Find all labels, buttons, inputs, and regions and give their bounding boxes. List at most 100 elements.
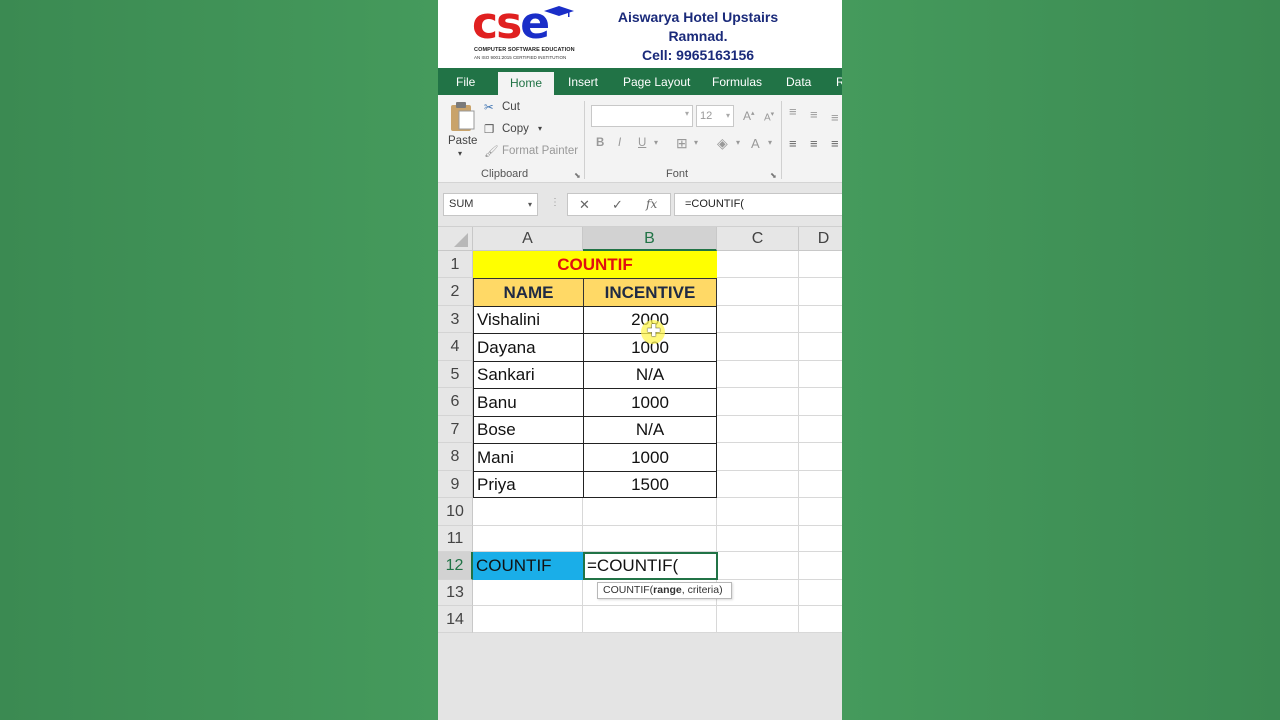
cell[interactable] [473,498,583,526]
row-header[interactable]: 9 [438,471,473,498]
cell[interactable] [799,333,842,361]
cell[interactable] [717,552,799,580]
countif-label-cell[interactable]: COUNTIF [473,552,583,580]
name-cell[interactable]: Mani [473,443,584,472]
incentive-cell[interactable]: N/A [583,416,717,444]
cell[interactable] [717,361,799,388]
row-header[interactable]: 10 [438,498,473,526]
tab-file[interactable]: File [456,68,475,95]
cell[interactable] [717,443,799,471]
header-name-cell[interactable]: NAME [473,278,584,307]
formula-input[interactable]: =COUNTIF( [674,193,842,216]
column-header-c[interactable]: C [717,227,799,251]
column-header-d[interactable]: D [799,227,842,251]
chevron-down-icon[interactable]: ▾ [528,194,532,215]
cell[interactable] [583,606,717,633]
incentive-cell[interactable]: 1500 [583,471,717,498]
cell[interactable] [717,306,799,333]
cell[interactable] [717,526,799,552]
align-left-icon[interactable]: ≡ [789,136,797,151]
align-bottom-icon[interactable]: ≡ [831,110,839,125]
font-name-select[interactable]: ▾ [591,105,693,127]
cell[interactable] [799,606,842,633]
sheet-title-cell[interactable]: COUNTIF [473,251,717,278]
borders-icon[interactable]: ⊞ [676,135,688,152]
tab-data[interactable]: Data [786,68,811,95]
column-header-b[interactable]: B [583,227,717,251]
row-header[interactable]: 8 [438,443,473,471]
cell[interactable] [717,388,799,416]
cell[interactable] [799,552,842,580]
name-cell[interactable]: Priya [473,471,584,498]
header-incentive-cell[interactable]: INCENTIVE [583,278,717,307]
cell[interactable] [583,498,717,526]
underline-button[interactable]: U [638,137,646,149]
name-cell[interactable]: Banu [473,388,584,417]
cell[interactable] [799,498,842,526]
cell[interactable] [799,388,842,416]
name-cell[interactable]: Dayana [473,333,584,362]
paste-dropdown-icon[interactable]: ▾ [458,149,462,158]
tab-home[interactable]: Home [498,72,555,95]
cell[interactable] [799,251,842,278]
name-box[interactable]: SUM ▾ [443,193,538,216]
font-size-select[interactable]: 12 ▾ [696,105,734,127]
cell[interactable] [717,606,799,633]
cell[interactable] [473,580,583,606]
tab-formulas[interactable]: Formulas [712,68,762,95]
active-cell-b12[interactable]: =COUNTIF( [583,552,718,580]
tab-review[interactable]: R [836,68,842,95]
cell[interactable] [583,526,717,552]
bold-button[interactable]: B [596,137,604,149]
cell[interactable] [799,471,842,498]
cell[interactable] [473,606,583,633]
cell[interactable] [717,333,799,361]
cell[interactable] [717,498,799,526]
font-launcher-icon[interactable]: ⬊ [770,171,777,180]
cell[interactable] [799,443,842,471]
cancel-icon[interactable]: ✕ [579,194,590,215]
cell[interactable] [799,306,842,333]
incentive-cell[interactable]: N/A [583,361,717,389]
name-cell[interactable]: Sankari [473,361,584,389]
align-top-icon[interactable]: ≡ [789,104,797,119]
row-header[interactable]: 1 [438,251,473,278]
font-color-icon[interactable]: A [751,136,760,151]
align-middle-icon[interactable]: ≡ [810,107,818,122]
align-center-icon[interactable]: ≡ [810,136,818,151]
enter-icon[interactable]: ✓ [612,194,623,215]
grow-font-icon[interactable]: A▴ [743,109,755,123]
select-all-button[interactable] [438,227,473,251]
align-right-icon[interactable]: ≡ [831,136,839,151]
borders-dropdown-icon[interactable]: ▾ [694,138,698,147]
row-header[interactable]: 14 [438,606,473,633]
tooltip-range-arg[interactable]: range [653,584,682,596]
cell[interactable] [799,580,842,606]
row-header[interactable]: 2 [438,278,473,306]
insert-function-icon[interactable]: fx [646,194,657,215]
clipboard-launcher-icon[interactable]: ⬊ [574,171,581,180]
cell[interactable] [799,361,842,388]
row-header[interactable]: 6 [438,388,473,416]
name-cell[interactable]: Vishalini [473,306,584,334]
cell[interactable] [799,278,842,306]
column-header-a[interactable]: A [473,227,583,251]
incentive-cell[interactable]: 1000 [583,388,717,417]
font-color-dropdown-icon[interactable]: ▾ [768,138,772,147]
cell[interactable] [799,526,842,552]
row-header[interactable]: 7 [438,416,473,443]
row-header[interactable]: 3 [438,306,473,333]
cell[interactable] [473,526,583,552]
paste-button[interactable]: Paste ▾ [446,99,477,161]
cell[interactable] [717,251,799,278]
row-header[interactable]: 12 [438,552,473,580]
name-cell[interactable]: Bose [473,416,584,444]
tab-page-layout[interactable]: Page Layout [623,68,690,95]
row-header[interactable]: 13 [438,580,473,606]
row-header[interactable]: 4 [438,333,473,361]
tab-insert[interactable]: Insert [568,68,598,95]
cell[interactable] [799,416,842,443]
fill-color-dropdown-icon[interactable]: ▾ [736,138,740,147]
shrink-font-icon[interactable]: A▾ [764,110,774,123]
cell[interactable] [717,278,799,306]
